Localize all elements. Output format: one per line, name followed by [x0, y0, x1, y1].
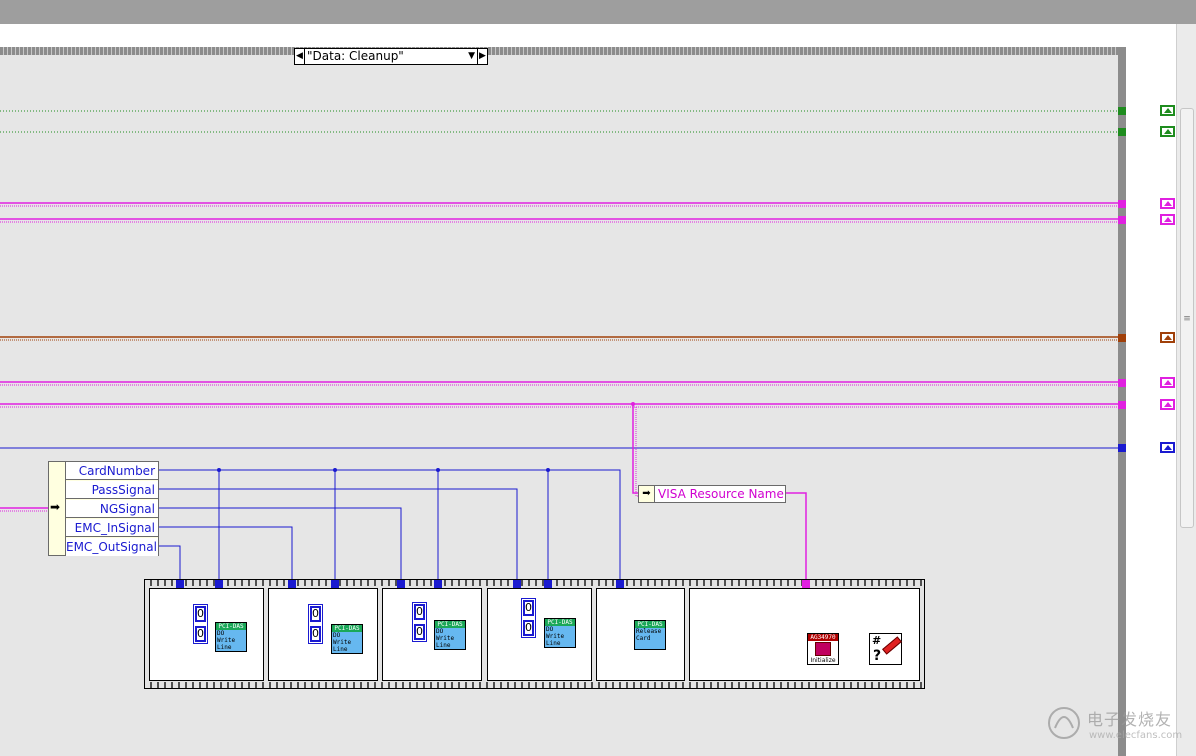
- pci-das-release-card-icon[interactable]: PCI-DAS Release Card: [634, 620, 666, 650]
- pci-das-write-line-icon[interactable]: PCI-DAS DO Write Line: [215, 622, 247, 652]
- seq-tunnel[interactable]: [397, 580, 405, 588]
- eraser-icon: [882, 636, 902, 655]
- boolean-constant[interactable]: 0: [310, 626, 321, 642]
- tunnel-blue[interactable]: [1118, 444, 1126, 452]
- visa-resource-name-label[interactable]: VISA Resource Name: [658, 486, 784, 502]
- ag34970-initialize-icon[interactable]: AG34970 Initialize: [807, 633, 839, 665]
- boolean-constant[interactable]: 0: [310, 606, 321, 622]
- sequence-frame-3[interactable]: [382, 588, 482, 681]
- boolean-constant[interactable]: 0: [195, 626, 206, 642]
- tunnel-pink-1[interactable]: [1118, 200, 1126, 208]
- terminal-up-icon[interactable]: [1160, 214, 1175, 225]
- seq-tunnel[interactable]: [176, 580, 184, 588]
- terminal-up-icon[interactable]: [1160, 399, 1175, 410]
- boolean-constant[interactable]: 0: [414, 624, 425, 640]
- case-decrement-button[interactable]: ◀: [295, 49, 305, 64]
- terminal-up-icon[interactable]: [1160, 198, 1175, 209]
- terminal-up-icon[interactable]: [1160, 105, 1175, 116]
- seq-tunnel[interactable]: [288, 580, 296, 588]
- case-increment-button[interactable]: ▶: [477, 49, 487, 64]
- terminal-up-icon[interactable]: [1160, 442, 1175, 453]
- unbundle-element-ngsignal[interactable]: NGSignal: [66, 500, 158, 518]
- visa-property-node[interactable]: ➡ VISA Resource Name: [638, 485, 786, 503]
- tunnel-orange[interactable]: [1118, 334, 1126, 342]
- watermark: 电子发烧友 www.elecfans.com: [1045, 700, 1185, 750]
- case-dropdown-icon[interactable]: ▼: [468, 49, 475, 64]
- pci-das-write-line-icon[interactable]: PCI-DAS DO Write Line: [331, 624, 363, 654]
- terminal-up-icon[interactable]: [1160, 126, 1175, 137]
- seq-tunnel[interactable]: [434, 580, 442, 588]
- scrollbar-grip-icon[interactable]: ≡: [1182, 314, 1192, 324]
- case-selector-label[interactable]: "Data: Cleanup": [307, 49, 404, 64]
- seq-tunnel[interactable]: [513, 580, 521, 588]
- unbundle-element-emc-insignal[interactable]: EMC_InSignal: [66, 519, 158, 537]
- watermark-text: 电子发烧友: [1087, 710, 1173, 729]
- unbundle-input-tab[interactable]: ➡: [49, 462, 66, 555]
- instrument-icon: [815, 642, 831, 656]
- case-selector[interactable]: ◀ "Data: Cleanup" ▼ ▶: [294, 48, 488, 65]
- pci-das-write-line-icon[interactable]: PCI-DAS DO Write Line: [434, 620, 466, 650]
- film-strip-bottom: [145, 682, 924, 688]
- unbundle-element-emc-outsignal[interactable]: EMC_OutSignal: [66, 538, 158, 556]
- error-handler-icon[interactable]: # ?: [869, 633, 902, 665]
- tunnel-pink-4[interactable]: [1118, 401, 1126, 409]
- seq-tunnel[interactable]: [544, 580, 552, 588]
- terminal-up-icon[interactable]: [1160, 377, 1175, 388]
- seq-tunnel-pink[interactable]: [802, 580, 810, 588]
- window-top-band: [0, 0, 1196, 24]
- seq-tunnel[interactable]: [215, 580, 223, 588]
- seq-tunnel[interactable]: [331, 580, 339, 588]
- boolean-constant[interactable]: 0: [195, 606, 206, 622]
- boolean-constant[interactable]: 0: [414, 604, 425, 620]
- tunnel-pink-3[interactable]: [1118, 379, 1126, 387]
- unbundle-element-cardnumber[interactable]: CardNumber: [66, 462, 158, 480]
- arrow-right-icon: ➡: [50, 500, 61, 514]
- unbundle-element-passsignal[interactable]: PassSignal: [66, 481, 158, 499]
- pci-das-write-line-icon[interactable]: PCI-DAS DO Write Line: [544, 618, 576, 648]
- unbundle-by-name-node[interactable]: ➡ CardNumber PassSignal NGSignal EMC_InS…: [48, 461, 159, 556]
- boolean-constant[interactable]: 0: [523, 620, 534, 636]
- boolean-constant[interactable]: 0: [523, 600, 534, 616]
- elecfans-logo-icon: [1048, 707, 1080, 739]
- watermark-url: www.elecfans.com: [1089, 730, 1183, 741]
- tunnel-green-2[interactable]: [1118, 128, 1126, 136]
- tunnel-green-1[interactable]: [1118, 107, 1126, 115]
- arrow-right-icon: ➡: [639, 486, 655, 502]
- tunnel-pink-2[interactable]: [1118, 216, 1126, 224]
- seq-tunnel[interactable]: [616, 580, 624, 588]
- terminal-up-icon[interactable]: [1160, 332, 1175, 343]
- sequence-frame-4[interactable]: [487, 588, 592, 681]
